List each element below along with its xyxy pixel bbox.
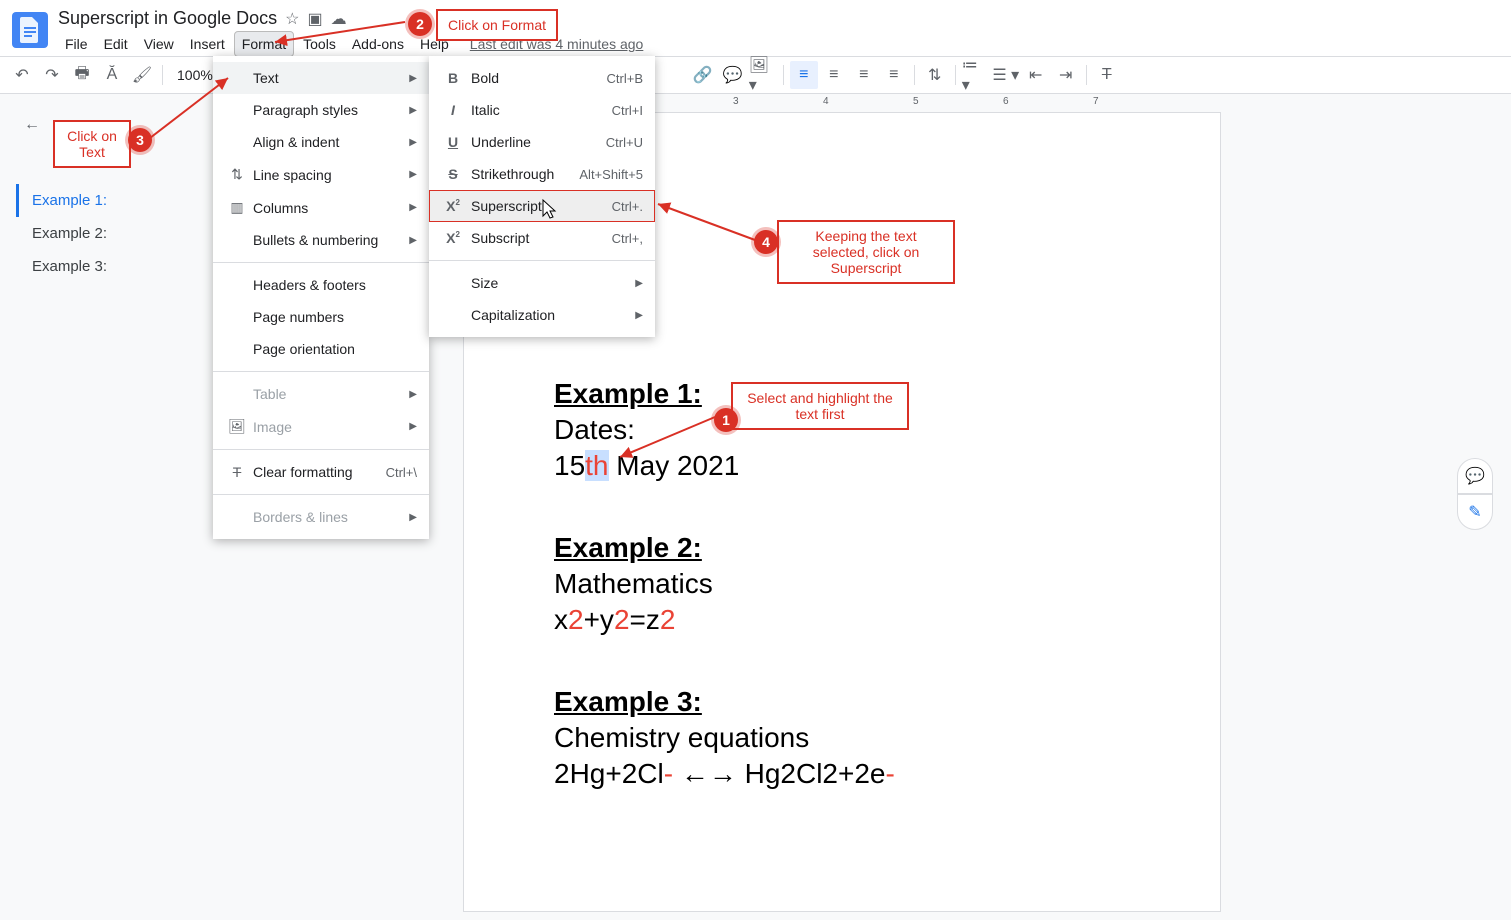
insert-image-button[interactable]: 🖼 ▾ [749, 61, 777, 89]
menu-file[interactable]: File [58, 32, 95, 56]
format-line-spacing-item[interactable]: ⇅Line spacing▶ [213, 158, 429, 191]
callout-4: Keeping the text selected, click on Supe… [777, 220, 955, 284]
example3-sub: Chemistry equations [554, 722, 895, 754]
document-title[interactable]: Superscript in Google Docs [58, 8, 277, 29]
bulleted-list-button[interactable]: ☰ ▾ [992, 61, 1020, 89]
callout-2: Click on Format [436, 9, 558, 41]
align-center-button[interactable]: ≡ [820, 61, 848, 89]
docs-logo[interactable] [12, 12, 48, 48]
outline-item-example1[interactable]: Example 1: [16, 184, 198, 217]
menu-addons[interactable]: Add-ons [345, 32, 411, 56]
format-headers-footers-item[interactable]: Headers & footers [213, 269, 429, 301]
format-align-indent-item[interactable]: Align & indent▶ [213, 126, 429, 158]
callout-badge-2: 2 [408, 12, 432, 36]
menu-format[interactable]: Format [234, 31, 294, 57]
example2-line: x2+y2=z2 [554, 604, 895, 636]
example1-line: 15th May 2021 [554, 450, 895, 482]
example3-heading: Example 3: [554, 686, 895, 718]
add-comment-button[interactable]: 💬 [719, 61, 747, 89]
text-bold-item[interactable]: BBoldCtrl+B [429, 62, 655, 94]
move-icon[interactable]: ▣ [307, 9, 322, 29]
undo-button[interactable]: ↶ [8, 61, 36, 89]
clear-formatting-button[interactable]: T [1093, 61, 1121, 89]
format-columns-item[interactable]: ▥Columns▶ [213, 191, 429, 224]
callout-3: Click on Text [53, 120, 131, 168]
text-size-item[interactable]: Size▶ [429, 267, 655, 299]
example3-line: 2Hg+2Cl- ←→ Hg2Cl2+2e- [554, 758, 895, 790]
text-subscript-item[interactable]: X2SubscriptCtrl+, [429, 222, 655, 254]
format-page-numbers-item[interactable]: Page numbers [213, 301, 429, 333]
spellcheck-button[interactable]: Ă [98, 61, 126, 89]
menu-tools[interactable]: Tools [296, 32, 343, 56]
add-comment-floating-button[interactable]: 💬 [1457, 458, 1493, 494]
text-underline-item[interactable]: UUnderlineCtrl+U [429, 126, 655, 158]
example2-sub: Mathematics [554, 568, 895, 600]
align-justify-button[interactable]: ≡ [880, 61, 908, 89]
text-submenu: BBoldCtrl+B IItalicCtrl+I UUnderlineCtrl… [429, 56, 655, 337]
callout-badge-1: 1 [714, 408, 738, 432]
align-right-button[interactable]: ≡ [850, 61, 878, 89]
suggest-edits-floating-button[interactable]: ✎ [1457, 494, 1493, 530]
print-button[interactable]: 🖶 [68, 61, 96, 89]
decrease-indent-button[interactable]: ⇤ [1022, 61, 1050, 89]
example2-heading: Example 2: [554, 532, 895, 564]
format-image-item: 🖼Image▶ [213, 410, 429, 443]
text-strikethrough-item[interactable]: SStrikethroughAlt+Shift+5 [429, 158, 655, 190]
format-borders-lines-item: Borders & lines▶ [213, 501, 429, 533]
outline-item-example3[interactable]: Example 3: [24, 250, 198, 283]
text-superscript-item[interactable]: X2SuperscriptCtrl+. [429, 190, 655, 222]
menu-edit[interactable]: Edit [97, 32, 135, 56]
text-italic-item[interactable]: IItalicCtrl+I [429, 94, 655, 126]
format-clear-formatting-item[interactable]: TClear formattingCtrl+\ [213, 456, 429, 488]
format-dropdown: Text▶ Paragraph styles▶ Align & indent▶ … [213, 56, 429, 539]
outline-item-example2[interactable]: Example 2: [24, 217, 198, 250]
callout-badge-4: 4 [754, 230, 778, 254]
menu-insert[interactable]: Insert [183, 32, 232, 56]
format-table-item: Table▶ [213, 378, 429, 410]
format-bullets-item[interactable]: Bullets & numbering▶ [213, 224, 429, 256]
numbered-list-button[interactable]: ≔ ▾ [962, 61, 990, 89]
redo-button[interactable]: ↷ [38, 61, 66, 89]
callout-badge-3: 3 [128, 128, 152, 152]
format-paragraph-styles-item[interactable]: Paragraph styles▶ [213, 94, 429, 126]
menu-view[interactable]: View [137, 32, 181, 56]
paint-format-button[interactable]: 🖌 [128, 61, 156, 89]
insert-link-button[interactable]: 🔗 [689, 61, 717, 89]
format-text-item[interactable]: Text▶ [213, 62, 429, 94]
cloud-status-icon[interactable]: ☁ [331, 9, 347, 29]
align-left-button[interactable]: ≡ [790, 61, 818, 89]
format-page-orientation-item[interactable]: Page orientation [213, 333, 429, 365]
text-capitalization-item[interactable]: Capitalization▶ [429, 299, 655, 331]
star-icon[interactable]: ☆ [285, 9, 299, 29]
line-spacing-button[interactable]: ⇅ [921, 61, 949, 89]
increase-indent-button[interactable]: ⇥ [1052, 61, 1080, 89]
callout-1: Select and highlight the text first [731, 382, 909, 430]
